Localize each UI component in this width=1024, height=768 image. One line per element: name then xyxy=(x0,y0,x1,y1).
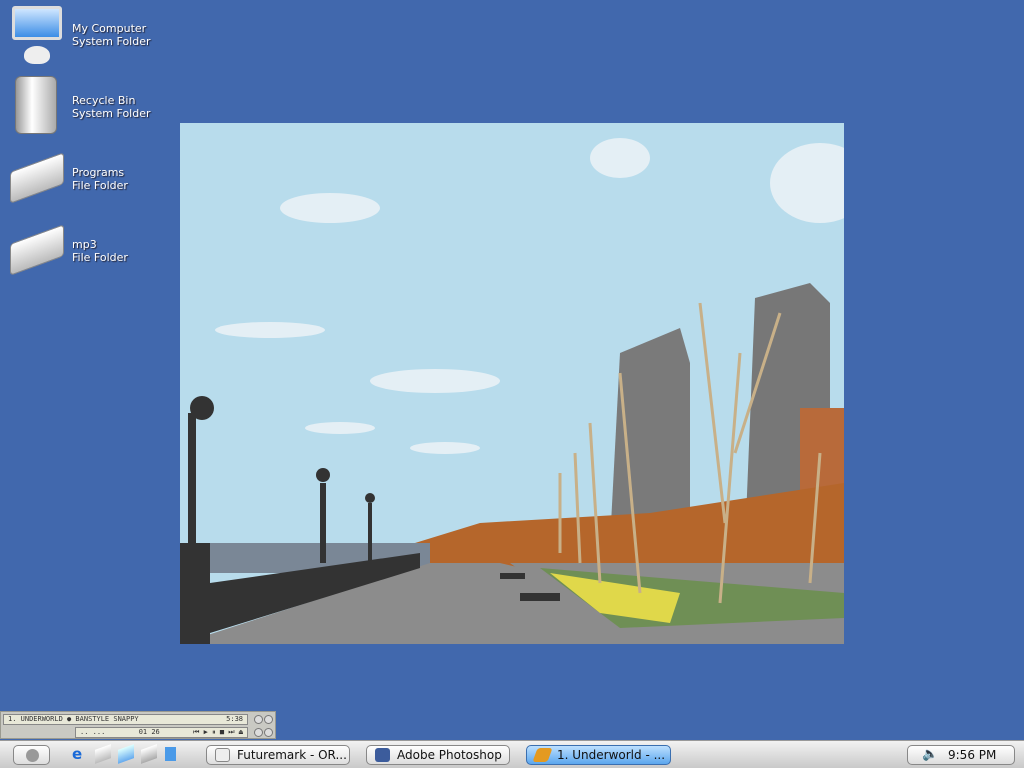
elapsed-time: 01 26 xyxy=(138,728,160,736)
show-desktop-icon[interactable] xyxy=(165,747,176,761)
task-label: Adobe Photoshop xyxy=(397,748,502,762)
folder-icon[interactable] xyxy=(118,744,134,764)
icon-type: File Folder xyxy=(72,179,128,192)
task-futuremark[interactable]: Futuremark - OR... xyxy=(206,745,350,765)
visualizer: .. ... xyxy=(80,728,106,736)
close-button[interactable] xyxy=(264,715,273,724)
internet-explorer-icon[interactable]: e xyxy=(72,747,88,762)
wallpaper-park-scene xyxy=(180,123,844,644)
menu-button[interactable] xyxy=(264,728,273,737)
folder-icon[interactable] xyxy=(95,744,111,764)
monitor-icon xyxy=(6,4,66,64)
task-winamp[interactable]: 1. Underworld - ... xyxy=(526,745,671,765)
folder-icon[interactable] xyxy=(141,744,157,764)
clock[interactable]: 9:56 PM xyxy=(948,748,996,762)
folder-icon xyxy=(6,220,66,280)
start-button[interactable] xyxy=(13,745,50,765)
photoshop-icon xyxy=(375,748,390,762)
icon-type: File Folder xyxy=(72,251,128,264)
track-title: 1. UNDERWORLD ● BANSTYLE SNAPPY xyxy=(8,715,139,723)
browser-icon xyxy=(215,748,230,762)
taskbar: e Futuremark - OR... Adobe Photoshop 1. … xyxy=(0,740,1024,768)
task-label: 1. Underworld - ... xyxy=(557,748,666,762)
desktop-icon-recycle-bin[interactable]: Recycle Bin System Folder xyxy=(6,76,206,140)
shade-button[interactable] xyxy=(254,728,263,737)
desktop-icon-mp3[interactable]: mp3 File Folder xyxy=(6,220,206,284)
winamp-icon xyxy=(532,748,553,762)
task-photoshop[interactable]: Adobe Photoshop xyxy=(366,745,510,765)
winamp-title-bar[interactable]: 1. UNDERWORLD ● BANSTYLE SNAPPY 5:38 xyxy=(3,714,248,725)
system-tray: 🔈 9:56 PM xyxy=(907,745,1015,765)
apple-icon xyxy=(26,749,39,762)
minimize-button[interactable] xyxy=(254,715,263,724)
icon-name: My Computer xyxy=(72,22,147,35)
winamp-player[interactable]: 1. UNDERWORLD ● BANSTYLE SNAPPY 5:38 .. … xyxy=(0,711,276,739)
desktop-icon-my-computer[interactable]: My Computer System Folder xyxy=(6,4,206,68)
folder-icon xyxy=(6,148,66,208)
icon-name: Programs xyxy=(72,166,125,179)
desktop-icon-programs[interactable]: Programs File Folder xyxy=(6,148,206,212)
winamp-controls[interactable]: .. ... 01 26 ⏮ ▶ ⏸ ■ ⏭ ⏏ xyxy=(75,727,248,738)
trash-icon xyxy=(6,76,66,136)
playback-controls[interactable]: ⏮ ▶ ⏸ ■ ⏭ ⏏ xyxy=(193,728,243,737)
speaker-icon[interactable]: 🔈 xyxy=(922,746,938,764)
icon-type: System Folder xyxy=(72,107,151,120)
icon-name: mp3 xyxy=(72,238,97,251)
task-label: Futuremark - OR... xyxy=(237,748,347,762)
icon-type: System Folder xyxy=(72,35,151,48)
track-duration: 5:38 xyxy=(226,715,243,723)
icon-name: Recycle Bin xyxy=(72,94,136,107)
